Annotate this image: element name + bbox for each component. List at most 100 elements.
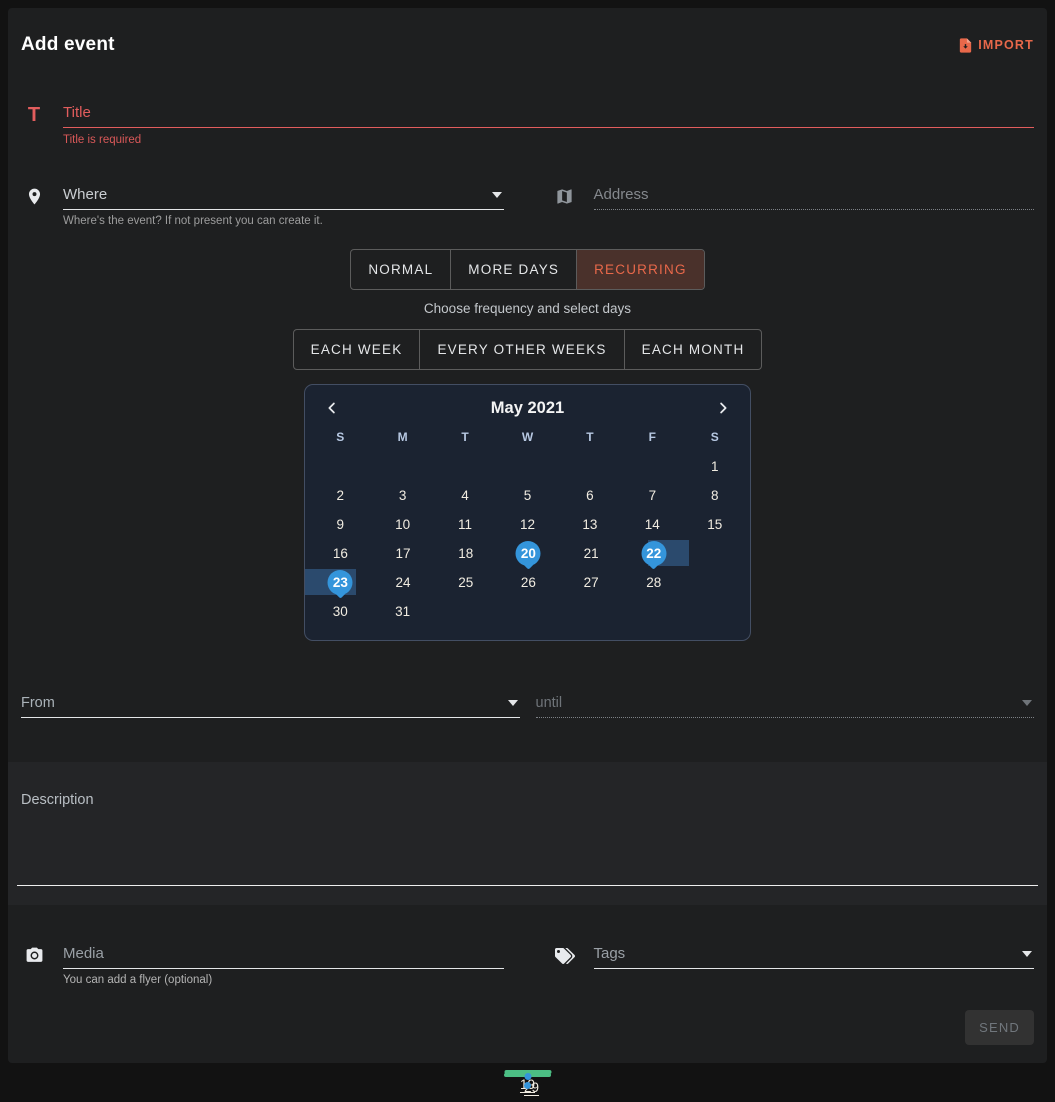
title-icon: T xyxy=(21,105,47,125)
calendar-day-16[interactable]: 16 xyxy=(309,539,372,568)
calendar-day-10[interactable]: 10 xyxy=(371,510,433,539)
where-select[interactable]: Where Where's the event? If not present … xyxy=(63,186,504,227)
calendar-day-6[interactable]: 6 xyxy=(559,481,621,510)
description-textarea[interactable]: Description xyxy=(8,762,1047,905)
calendar-empty-cell xyxy=(496,597,558,626)
tags-icon xyxy=(552,946,578,986)
weekday-label: S xyxy=(684,430,746,444)
calendar-day-17[interactable]: 17 xyxy=(372,539,435,568)
until-select[interactable]: until xyxy=(536,695,1035,718)
tags-select[interactable]: Tags xyxy=(594,945,1035,986)
calendar-grid: 1234567891011121314151617181920212223242… xyxy=(309,452,746,626)
media-hint: You can add a flyer (optional) xyxy=(63,974,504,986)
calendar-day-22[interactable]: 22 xyxy=(622,539,685,568)
add-event-dialog: Add event IMPORT T Title Title is requir… xyxy=(8,8,1047,1063)
calendar-empty-cell xyxy=(434,452,496,481)
tab-more-days[interactable]: MORE DAYS xyxy=(450,250,576,289)
event-mode-tabs: NORMALMORE DAYSRECURRING xyxy=(21,249,1034,290)
location-pin-icon xyxy=(21,187,47,227)
weekday-label: T xyxy=(434,430,496,444)
calendar-day-13[interactable]: 13 xyxy=(559,510,621,539)
calendar-day-5[interactable]: 5 xyxy=(496,481,558,510)
tab-normal[interactable]: NORMAL xyxy=(351,250,450,289)
send-button[interactable]: SEND xyxy=(965,1010,1034,1045)
calendar-prev-button[interactable] xyxy=(321,397,343,419)
calendar-day-28[interactable]: 28 xyxy=(622,568,685,597)
title-field-row: T Title Title is required xyxy=(21,104,1034,146)
calendar-empty-cell xyxy=(559,597,621,626)
calendar-day-30[interactable]: 30 xyxy=(309,597,371,626)
calendar-empty-cell xyxy=(621,597,683,626)
calendar-day-8[interactable]: 8 xyxy=(684,481,746,510)
calendar-day-12[interactable]: 12 xyxy=(496,510,558,539)
tab-recurring[interactable]: RECURRING xyxy=(576,250,704,289)
frequency-options: EACH WEEKEVERY OTHER WEEKSEACH MONTH xyxy=(21,329,1034,370)
weekday-label: T xyxy=(559,430,621,444)
chevron-down-icon[interactable] xyxy=(508,700,518,706)
calendar-day-25[interactable]: 25 xyxy=(434,568,497,597)
dialog-header: Add event IMPORT xyxy=(21,8,1034,56)
tags-value[interactable]: Tags xyxy=(594,945,1019,962)
frequency-hint: Choose frequency and select days xyxy=(21,301,1034,316)
calendar-day-3[interactable]: 3 xyxy=(371,481,433,510)
address-field[interactable]: Address xyxy=(594,186,1035,227)
title-input[interactable]: Title xyxy=(63,104,1034,121)
calendar-empty-cell xyxy=(309,452,371,481)
calendar-empty-cell xyxy=(621,452,683,481)
calendar-weekday-header: SMTWTFS xyxy=(309,430,746,444)
calendar-day-23[interactable]: 23 xyxy=(309,568,372,597)
chevron-down-icon[interactable] xyxy=(492,192,502,198)
camera-icon xyxy=(21,946,47,986)
calendar-day-31[interactable]: 31 xyxy=(371,597,433,626)
media-tags-row: Media You can add a flyer (optional) Tag… xyxy=(21,945,1034,986)
calendar-day-26[interactable]: 26 xyxy=(497,568,560,597)
calendar-empty-cell xyxy=(434,597,496,626)
chevron-down-icon xyxy=(1022,700,1032,706)
where-value[interactable]: Where xyxy=(63,186,488,203)
import-button[interactable]: IMPORT xyxy=(957,37,1034,54)
from-value[interactable]: From xyxy=(21,695,504,711)
calendar-day-7[interactable]: 7 xyxy=(621,481,683,510)
footer-actions: SEND xyxy=(21,1010,1034,1045)
weekday-label: W xyxy=(496,430,558,444)
calendar-day-18[interactable]: 18 xyxy=(434,539,497,568)
weekday-label: F xyxy=(621,430,683,444)
address-input[interactable]: Address xyxy=(594,186,1035,203)
weekday-label: S xyxy=(309,430,371,444)
media-field[interactable]: Media You can add a flyer (optional) xyxy=(63,945,504,986)
chevron-right-icon xyxy=(714,399,732,417)
calendar-empty-cell xyxy=(684,597,746,626)
map-icon xyxy=(552,187,578,227)
until-value[interactable]: until xyxy=(536,695,1019,711)
page-title: Add event xyxy=(21,34,115,56)
import-label: IMPORT xyxy=(978,38,1034,52)
calendar-day-1[interactable]: 1 xyxy=(684,452,746,481)
location-row: Where Where's the event? If not present … xyxy=(21,186,1034,227)
media-input[interactable]: Media xyxy=(63,945,504,962)
calendar-day-14[interactable]: 14 xyxy=(621,510,683,539)
title-error-text: Title is required xyxy=(63,134,1034,146)
calendar-empty-cell xyxy=(496,452,558,481)
calendar-day-9[interactable]: 9 xyxy=(309,510,371,539)
calendar-day-11[interactable]: 11 xyxy=(434,510,496,539)
date-picker-calendar: May 2021 SMTWTFS 12345678910111213141516… xyxy=(304,384,751,641)
calendar-next-button[interactable] xyxy=(712,397,734,419)
from-select[interactable]: From xyxy=(21,695,520,718)
frequency-option-each-month[interactable]: EACH MONTH xyxy=(624,330,762,369)
chevron-down-icon[interactable] xyxy=(1022,951,1032,957)
weekday-label: M xyxy=(371,430,433,444)
calendar-day-2[interactable]: 2 xyxy=(309,481,371,510)
calendar-empty-cell xyxy=(371,452,433,481)
calendar-day-27[interactable]: 27 xyxy=(560,568,623,597)
calendar-day-21[interactable]: 21 xyxy=(560,539,623,568)
frequency-option-every-other-weeks[interactable]: EVERY OTHER WEEKS xyxy=(419,330,623,369)
calendar-day-20[interactable]: 20 xyxy=(497,539,560,568)
title-field[interactable]: Title Title is required xyxy=(63,104,1034,146)
frequency-option-each-week[interactable]: EACH WEEK xyxy=(294,330,420,369)
description-placeholder: Description xyxy=(21,792,1034,808)
description-underline xyxy=(17,885,1038,886)
chevron-left-icon xyxy=(323,399,341,417)
calendar-day-15[interactable]: 15 xyxy=(684,510,746,539)
calendar-day-24[interactable]: 24 xyxy=(372,568,435,597)
calendar-day-4[interactable]: 4 xyxy=(434,481,496,510)
